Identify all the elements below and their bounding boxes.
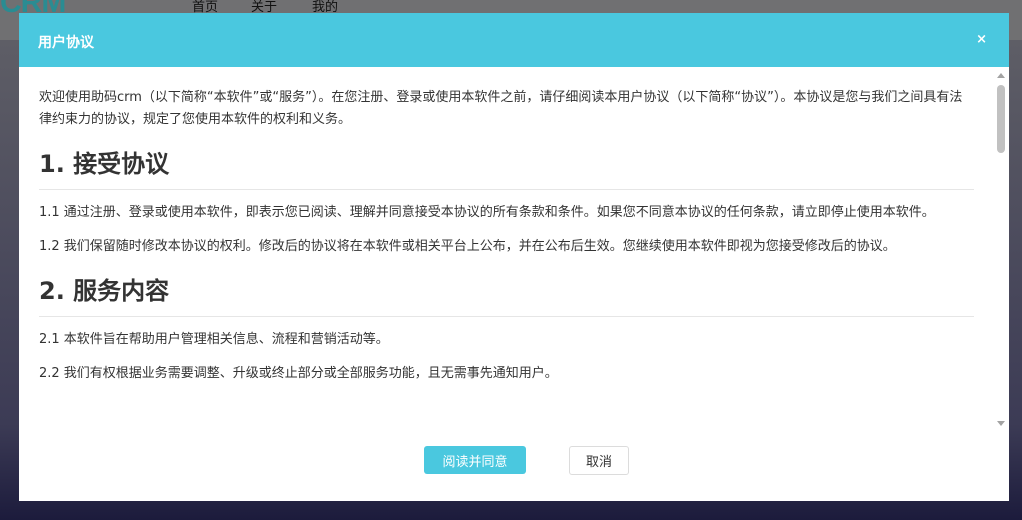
dialog-header: 用户协议 × xyxy=(19,13,1009,67)
user-agreement-dialog: 用户协议 × 欢迎使用助码crm（以下简称“本软件”或“服务”）。在您注册、登录… xyxy=(19,13,1009,501)
read-and-agree-button[interactable]: 阅读并同意 xyxy=(424,446,526,474)
dialog-title: 用户协议 xyxy=(38,35,94,51)
section-heading: 1. 接受协议 xyxy=(39,149,974,190)
close-icon[interactable]: × xyxy=(976,33,987,47)
section-item: 1.2 我们保留随时修改本协议的权利。修改后的协议将在本软件或相关平台上公布，并… xyxy=(39,239,896,254)
content-scrollbar[interactable] xyxy=(993,67,1009,433)
section-item: 2.2 我们有权根据业务需要调整、升级或终止部分或全部服务功能，且无需事先通知用… xyxy=(39,366,558,381)
agreement-content[interactable]: 欢迎使用助码crm（以下简称“本软件”或“服务”）。在您注册、登录或使用本软件之… xyxy=(39,67,974,433)
agreement-intro: 欢迎使用助码crm（以下简称“本软件”或“服务”）。在您注册、登录或使用本软件之… xyxy=(39,90,963,127)
scroll-down-arrow-icon[interactable] xyxy=(997,421,1005,426)
section-heading: 2. 服务内容 xyxy=(39,276,974,317)
section-item: 2.1 本软件旨在帮助用户管理相关信息、流程和营销活动等。 xyxy=(39,332,389,347)
scrollbar-thumb[interactable] xyxy=(997,85,1005,153)
scroll-up-arrow-icon[interactable] xyxy=(997,73,1005,78)
cancel-button[interactable]: 取消 xyxy=(569,446,629,475)
section-item: 1.1 通过注册、登录或使用本软件，即表示您已阅读、理解并同意接受本协议的所有条… xyxy=(39,205,935,220)
